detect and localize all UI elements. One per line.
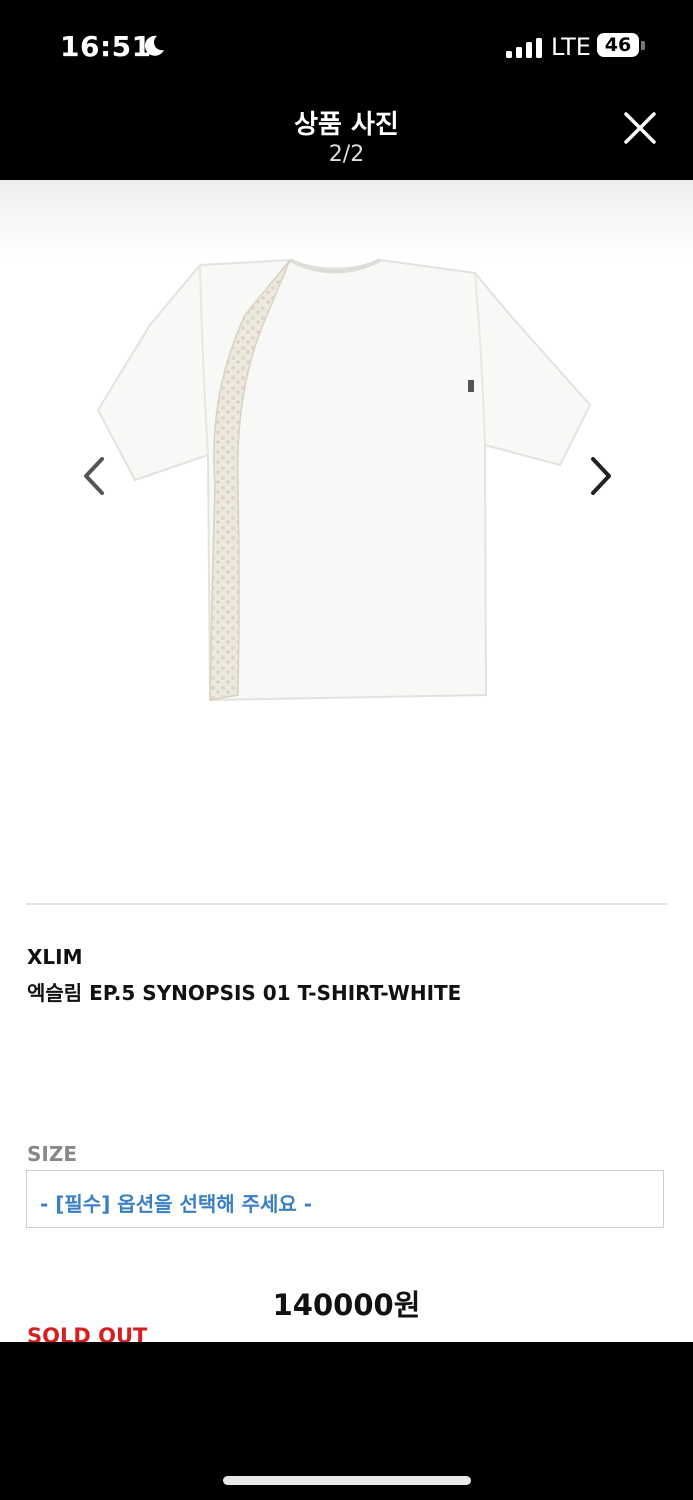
network-type: LTE [551, 33, 591, 61]
top-bar: 16:51 LTE 46 상품 사진 2/2 [0, 0, 693, 180]
battery-level: 46 [597, 33, 639, 57]
size-select[interactable]: - [필수] 옵션을 선택해 주세요 - [26, 1170, 664, 1228]
page-title: 상품 사진 [294, 110, 399, 140]
battery-icon: 46 [597, 33, 647, 59]
brand-name: XLIM [27, 945, 83, 969]
signal-icon [506, 38, 542, 58]
size-select-value: - [필수] 옵션을 선택해 주세요 - [40, 1192, 313, 1216]
moon-icon [144, 35, 164, 56]
status-time: 16:51 [60, 30, 152, 63]
home-indicator[interactable] [223, 1476, 471, 1485]
divider [26, 903, 667, 905]
product-price: 140000원 [272, 1288, 421, 1322]
product-image [96, 258, 592, 702]
image-gallery[interactable] [0, 180, 693, 900]
sold-out-badge: SOLD OUT [27, 1324, 148, 1342]
size-label: SIZE [27, 1142, 78, 1166]
product-detail: XLIM 엑슬림 EP.5 SYNOPSIS 01 T-SHIRT-WHITE … [0, 180, 693, 1342]
chevron-left-icon[interactable] [80, 455, 110, 497]
image-counter: 2/2 [328, 142, 365, 167]
product-name: 엑슬림 EP.5 SYNOPSIS 01 T-SHIRT-WHITE [27, 981, 462, 1005]
close-icon[interactable] [620, 108, 660, 148]
chevron-right-icon[interactable] [585, 455, 615, 497]
